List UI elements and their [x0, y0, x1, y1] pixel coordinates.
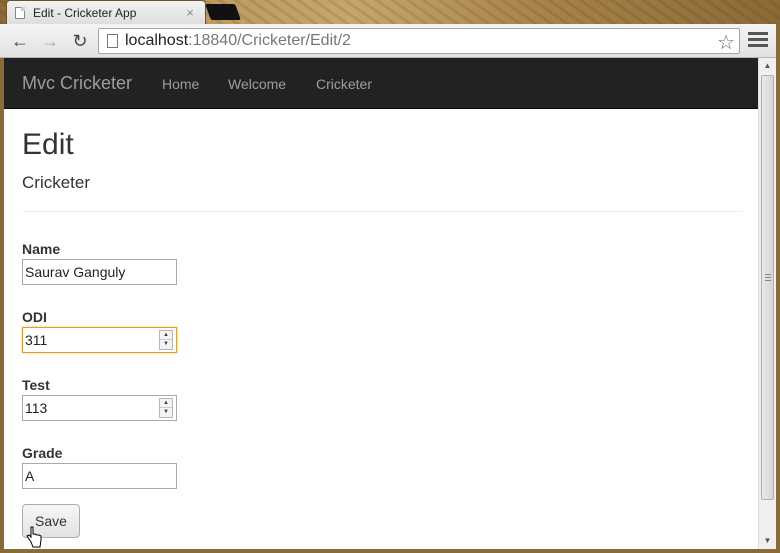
hand-cursor-icon — [26, 526, 42, 548]
browser-toolbar: ← → ↻ localhost:18840/Cricketer/Edit/2 ☆ — [0, 24, 780, 58]
tab-title: Edit - Cricketer App — [33, 5, 137, 20]
back-icon[interactable]: ← — [10, 31, 30, 51]
spin-down-icon[interactable]: ▼ — [160, 408, 172, 417]
forward-icon[interactable]: → — [40, 31, 60, 51]
scroll-down-icon[interactable]: ▼ — [759, 533, 776, 549]
name-input[interactable] — [22, 259, 177, 285]
page-title: Edit — [22, 128, 74, 161]
spin-down-icon[interactable]: ▼ — [160, 340, 172, 349]
odi-input[interactable] — [22, 327, 177, 353]
page-info-icon[interactable] — [107, 34, 118, 48]
divider — [22, 211, 743, 212]
test-spinner[interactable]: ▲ ▼ — [159, 398, 173, 418]
grade-input[interactable] — [22, 463, 177, 489]
window-frame-bottom — [0, 549, 780, 553]
address-bar[interactable]: localhost:18840/Cricketer/Edit/2 ☆ — [98, 28, 740, 54]
tab-close-icon[interactable]: × — [183, 5, 197, 20]
odi-label: ODI — [22, 309, 47, 325]
page-viewport: Mvc Cricketer Home Welcome Cricketer Edi… — [4, 58, 758, 549]
scroll-up-icon[interactable]: ▲ — [759, 58, 776, 74]
menu-icon[interactable] — [748, 32, 768, 50]
vertical-scrollbar[interactable]: ▲ ▼ — [758, 58, 776, 549]
site-navbar: Mvc Cricketer Home Welcome Cricketer — [4, 58, 758, 109]
nav-link-home[interactable]: Home — [162, 76, 199, 92]
test-label: Test — [22, 377, 50, 393]
reload-icon[interactable]: ↻ — [70, 31, 90, 51]
navbar-brand[interactable]: Mvc Cricketer — [22, 73, 132, 94]
bookmark-star-icon[interactable]: ☆ — [717, 30, 735, 55]
url-path: :18840/Cricketer/Edit/2 — [188, 32, 351, 49]
test-input[interactable] — [22, 395, 177, 421]
page-subtitle: Cricketer — [22, 173, 91, 192]
grip-icon — [765, 274, 771, 281]
new-tab-button[interactable] — [205, 4, 241, 20]
name-label: Name — [22, 241, 61, 257]
browser-tab[interactable]: Edit - Cricketer App × — [6, 0, 206, 24]
url-host: localhost — [125, 32, 189, 49]
grade-label: Grade — [22, 445, 63, 461]
spin-up-icon[interactable]: ▲ — [160, 331, 172, 340]
spin-up-icon[interactable]: ▲ — [160, 399, 172, 408]
odi-spinner[interactable]: ▲ ▼ — [159, 330, 173, 350]
window-frame-right — [776, 24, 780, 553]
nav-link-welcome[interactable]: Welcome — [228, 76, 286, 92]
nav-link-cricketer[interactable]: Cricketer — [316, 76, 372, 92]
scrollbar-thumb[interactable] — [761, 75, 774, 500]
page-icon — [15, 6, 25, 19]
